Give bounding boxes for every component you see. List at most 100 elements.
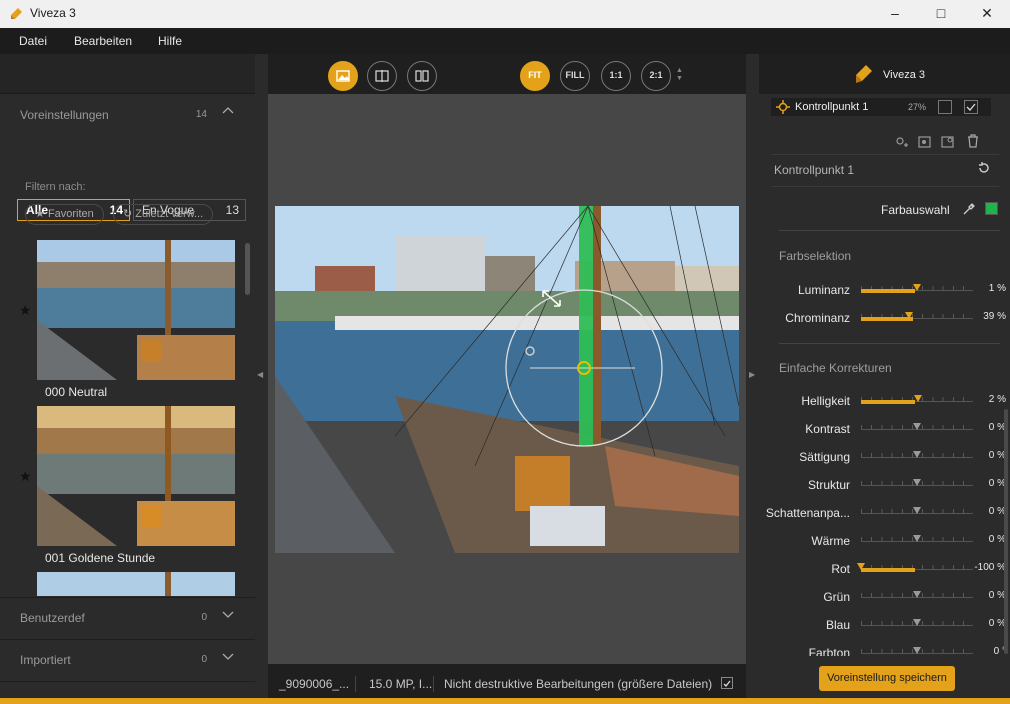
section-benutzerdef[interactable]: Benutzerdef 0	[0, 597, 255, 639]
color-swatch[interactable]	[985, 202, 998, 215]
slider-label: Rot	[831, 562, 850, 576]
menu-bar: Datei Bearbeiten Hilfe	[0, 28, 1010, 54]
collapse-right-icon[interactable]: ▶	[749, 370, 757, 382]
slider-handle[interactable]	[857, 563, 865, 570]
presets-header[interactable]: Voreinstellungen 14	[0, 94, 255, 136]
ungroup-points-icon[interactable]	[940, 134, 956, 150]
adjustments-scrollbar[interactable]	[1004, 409, 1008, 654]
status-info: 15.0 MP, I...	[369, 677, 433, 691]
slider-handle[interactable]	[913, 647, 921, 654]
history-icon: ↻	[123, 208, 133, 220]
maximize-button[interactable]: □	[918, 0, 964, 28]
slider-corr-8[interactable]: Blau 0 %	[759, 615, 1010, 635]
slider-label: Schattenanpa...	[765, 506, 850, 520]
slider-corr-0[interactable]: Helligkeit 2 %	[759, 391, 1010, 411]
section-importiert-label: Importiert	[20, 653, 71, 667]
filter-label: Filtern nach:	[25, 181, 86, 193]
slider-handle[interactable]	[913, 451, 921, 458]
viveza-logo-icon	[856, 65, 872, 83]
slider-fill	[861, 400, 915, 404]
favorite-star-icon[interactable]: ★	[19, 468, 32, 485]
main-photo[interactable]	[275, 206, 739, 553]
slider-corr-2[interactable]: Sättigung 0 %	[759, 447, 1010, 467]
accent-strip	[0, 698, 1010, 704]
status-bar: _9090006_... 15.0 MP, I... Nicht destruk…	[268, 664, 746, 698]
slider-handle[interactable]	[914, 395, 923, 402]
slider-handle[interactable]	[913, 284, 921, 291]
preset-thumbnail-partial	[37, 572, 235, 596]
save-preset-button[interactable]: Voreinstellung speichern	[819, 666, 955, 691]
zoom-fill-button[interactable]: FILL	[560, 61, 590, 91]
image-canvas[interactable]	[268, 94, 746, 664]
close-button[interactable]: ✕	[964, 0, 1010, 28]
reset-icon[interactable]	[977, 161, 991, 175]
color-pick-label: Farbauswahl	[881, 203, 950, 217]
slider-label: Kontrast	[805, 422, 850, 436]
status-separator	[355, 676, 356, 692]
slider-handle[interactable]	[913, 535, 921, 542]
image-icon	[336, 70, 350, 82]
checkmark-icon	[966, 103, 976, 111]
slider-value: -100 %	[974, 562, 1006, 573]
slider-handle[interactable]	[905, 312, 914, 319]
slider-corr-4[interactable]: Schattenanpa... 0 %	[759, 503, 1010, 523]
slider-corr-5[interactable]: Wärme 0 %	[759, 531, 1010, 551]
slider-label: Helligkeit	[801, 394, 850, 408]
chevron-down-icon[interactable]	[221, 607, 235, 621]
preset-thumbnail	[37, 240, 235, 380]
slider-fill	[861, 289, 915, 293]
control-point-row[interactable]: Kontrollpunkt 1 27%	[771, 98, 991, 116]
slider-handle[interactable]	[913, 479, 921, 486]
adjustments-panel: Viveza 3 Kontrollpunkt 1 27% Kontrollpun…	[759, 54, 1010, 698]
menu-hilfe[interactable]: Hilfe	[158, 34, 182, 48]
minimize-button[interactable]: –	[872, 0, 918, 28]
trash-icon[interactable]	[965, 133, 981, 149]
presets-panel: Voreinstellungen 14 Alle 14 En Vogue 13 …	[0, 54, 255, 698]
slider-corr-6[interactable]: Rot -100 %	[759, 559, 1010, 579]
zoom-200-button[interactable]: 2:1	[641, 61, 671, 91]
chip-zuletzt-label: Zuletzt verw...	[135, 208, 204, 220]
slider-handle[interactable]	[913, 619, 921, 626]
chip-zuletzt[interactable]: ↻ Zuletzt verw...	[113, 204, 214, 225]
view-toolbar: FIT FILL 1:1 2:1 ▲ ▼	[268, 54, 746, 94]
presets-top-strip	[0, 54, 255, 94]
slider-sel-1[interactable]: Chrominanz 39 %	[759, 308, 1010, 328]
section-importiert-count: 0	[201, 654, 207, 665]
presets-scrollbar[interactable]	[245, 243, 250, 295]
group-points-icon[interactable]	[917, 134, 933, 150]
chip-favoriten[interactable]: ★ Favoriten	[25, 204, 104, 225]
eyedropper-icon[interactable]	[962, 202, 976, 216]
non-destructive-checkbox[interactable]	[721, 677, 733, 689]
zoom-fit-button[interactable]: FIT	[520, 61, 550, 91]
slider-value: 1 %	[988, 283, 1006, 294]
menu-bearbeiten[interactable]: Bearbeiten	[74, 34, 132, 48]
slider-corr-7[interactable]: Grün 0 %	[759, 587, 1010, 607]
split-view-button[interactable]	[367, 61, 397, 91]
slider-sel-0[interactable]: Luminanz 1 %	[759, 280, 1010, 300]
slider-handle[interactable]	[913, 423, 921, 430]
chip-favoriten-label: Favoriten	[47, 208, 94, 220]
collapse-left-icon[interactable]: ◀	[257, 370, 265, 382]
preset-thumbnail	[37, 406, 235, 546]
side-by-side-button[interactable]	[407, 61, 437, 91]
divider	[779, 343, 1000, 344]
slider-handle[interactable]	[913, 507, 921, 514]
slider-corr-1[interactable]: Kontrast 0 %	[759, 419, 1010, 439]
slider-corr-3[interactable]: Struktur 0 %	[759, 475, 1010, 495]
favorite-star-icon[interactable]: ★	[19, 302, 32, 319]
menu-datei[interactable]: Datei	[19, 34, 47, 48]
status-separator	[433, 676, 434, 692]
single-view-button[interactable]	[328, 61, 358, 91]
preset-item[interactable]: 000 Neutral	[37, 240, 235, 399]
divider	[779, 230, 1000, 231]
chevron-down-icon[interactable]	[221, 649, 235, 663]
section-importiert[interactable]: Importiert 0	[0, 639, 255, 681]
preset-item[interactable]: 001 Goldene Stunde	[37, 406, 235, 565]
enable-checkbox[interactable]	[964, 100, 978, 114]
slider-handle[interactable]	[913, 591, 921, 598]
zoom-stepper-icon[interactable]: ▲ ▼	[676, 67, 683, 83]
add-point-icon[interactable]	[893, 134, 909, 150]
chevron-up-icon[interactable]	[221, 104, 235, 118]
zoom-100-button[interactable]: 1:1	[601, 61, 631, 91]
mask-toggle-icon[interactable]	[938, 100, 952, 114]
